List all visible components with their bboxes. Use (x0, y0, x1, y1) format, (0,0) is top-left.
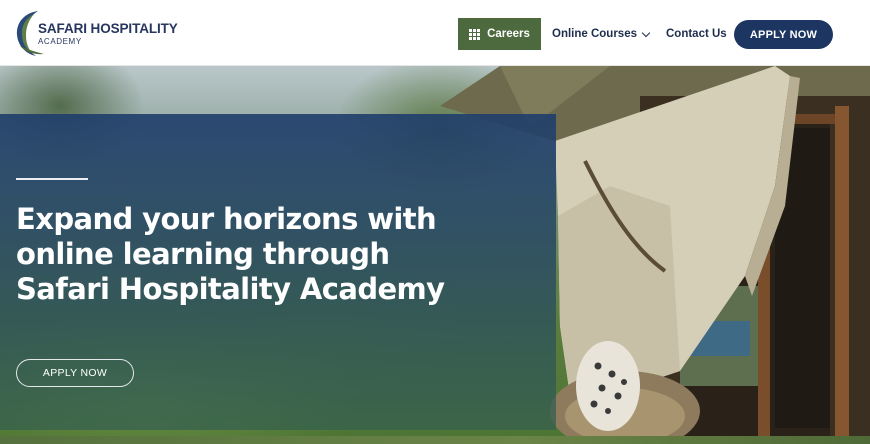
grid-icon (469, 28, 481, 40)
hero-bottom-band (0, 436, 870, 444)
nav-contact-label: Contact Us (666, 28, 727, 40)
nav-online-courses-dropdown[interactable]: Online Courses (552, 18, 651, 50)
hero-apply-now-button[interactable]: APPLY NOW (16, 359, 134, 387)
chevron-down-icon (641, 28, 651, 37)
header-apply-now-button[interactable]: APPLY NOW (734, 20, 833, 49)
logo-name: SAFARI HOSPITALITY (38, 21, 178, 36)
site-header: SAFARI HOSPITALITY ACADEMY Careers Onlin… (0, 0, 870, 66)
header-apply-now-label: APPLY NOW (749, 28, 818, 41)
nav-online-courses-label: Online Courses (552, 28, 637, 40)
hero-title: Expand your horizons with online learnin… (16, 202, 445, 306)
logo-subtitle: ACADEMY (38, 37, 82, 46)
nav-careers-button[interactable]: Careers (458, 18, 541, 50)
hero-text-panel: Expand your horizons with online learnin… (0, 114, 556, 430)
hero-accent-line (16, 178, 88, 180)
nav-contact-link[interactable]: Contact Us (666, 18, 727, 50)
nav-careers-label: Careers (487, 28, 530, 40)
hero-apply-now-label: APPLY NOW (42, 367, 108, 379)
hero-section: Expand your horizons with online learnin… (0, 66, 870, 436)
site-logo[interactable]: SAFARI HOSPITALITY ACADEMY (14, 8, 184, 58)
